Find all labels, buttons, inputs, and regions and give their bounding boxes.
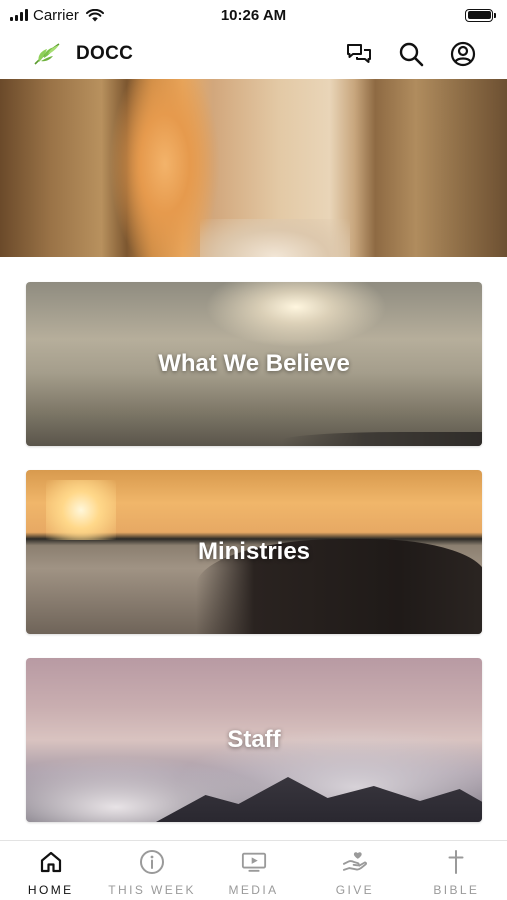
status-bar: Carrier 10:26 AM	[0, 0, 507, 30]
media-play-icon	[241, 849, 267, 875]
card-label: Staff	[227, 726, 281, 753]
search-icon[interactable]	[397, 40, 425, 68]
nav-label: BIBLE	[433, 883, 480, 897]
card-label: What We Believe	[158, 350, 350, 377]
card-label: Ministries	[197, 538, 311, 565]
nav-item-give[interactable]: GIVE	[304, 841, 405, 900]
card-what-we-believe[interactable]: What We Believe	[26, 282, 482, 446]
nav-label: MEDIA	[228, 883, 279, 897]
status-left: Carrier	[10, 7, 104, 24]
carrier-label: Carrier	[33, 6, 79, 24]
hero-rocks	[200, 219, 350, 257]
nav-item-bible[interactable]: BIBLE	[406, 841, 507, 900]
battery-fill	[467, 11, 491, 19]
bottom-nav: HOME THIS WEEK MEDIA GIVE BIBLE	[0, 840, 507, 900]
card-ministries[interactable]: Ministries	[26, 470, 482, 634]
battery-icon	[465, 8, 496, 22]
give-hand-heart-icon	[342, 849, 368, 875]
signal-icon	[10, 9, 28, 21]
card-image-detail	[282, 432, 482, 446]
card-image-detail	[46, 480, 116, 540]
header-actions	[345, 40, 477, 68]
cross-icon	[443, 849, 469, 875]
info-icon	[139, 849, 165, 875]
chat-icon[interactable]	[345, 40, 373, 68]
app-title: DOCC	[76, 43, 134, 64]
nav-item-media[interactable]: MEDIA	[203, 841, 304, 900]
wifi-icon	[85, 8, 104, 22]
home-icon	[38, 849, 64, 875]
nav-label: HOME	[27, 883, 74, 897]
app-header: DOCC	[0, 30, 507, 78]
nav-label: GIVE	[335, 883, 375, 897]
card-staff[interactable]: Staff	[26, 658, 482, 822]
nav-label: THIS WEEK	[108, 883, 196, 897]
leaf-logo-icon	[32, 39, 62, 69]
profile-icon[interactable]	[449, 40, 477, 68]
nav-item-this-week[interactable]: THIS WEEK	[101, 841, 202, 900]
nav-item-home[interactable]: HOME	[0, 841, 101, 900]
hero-banner-image	[0, 79, 507, 257]
